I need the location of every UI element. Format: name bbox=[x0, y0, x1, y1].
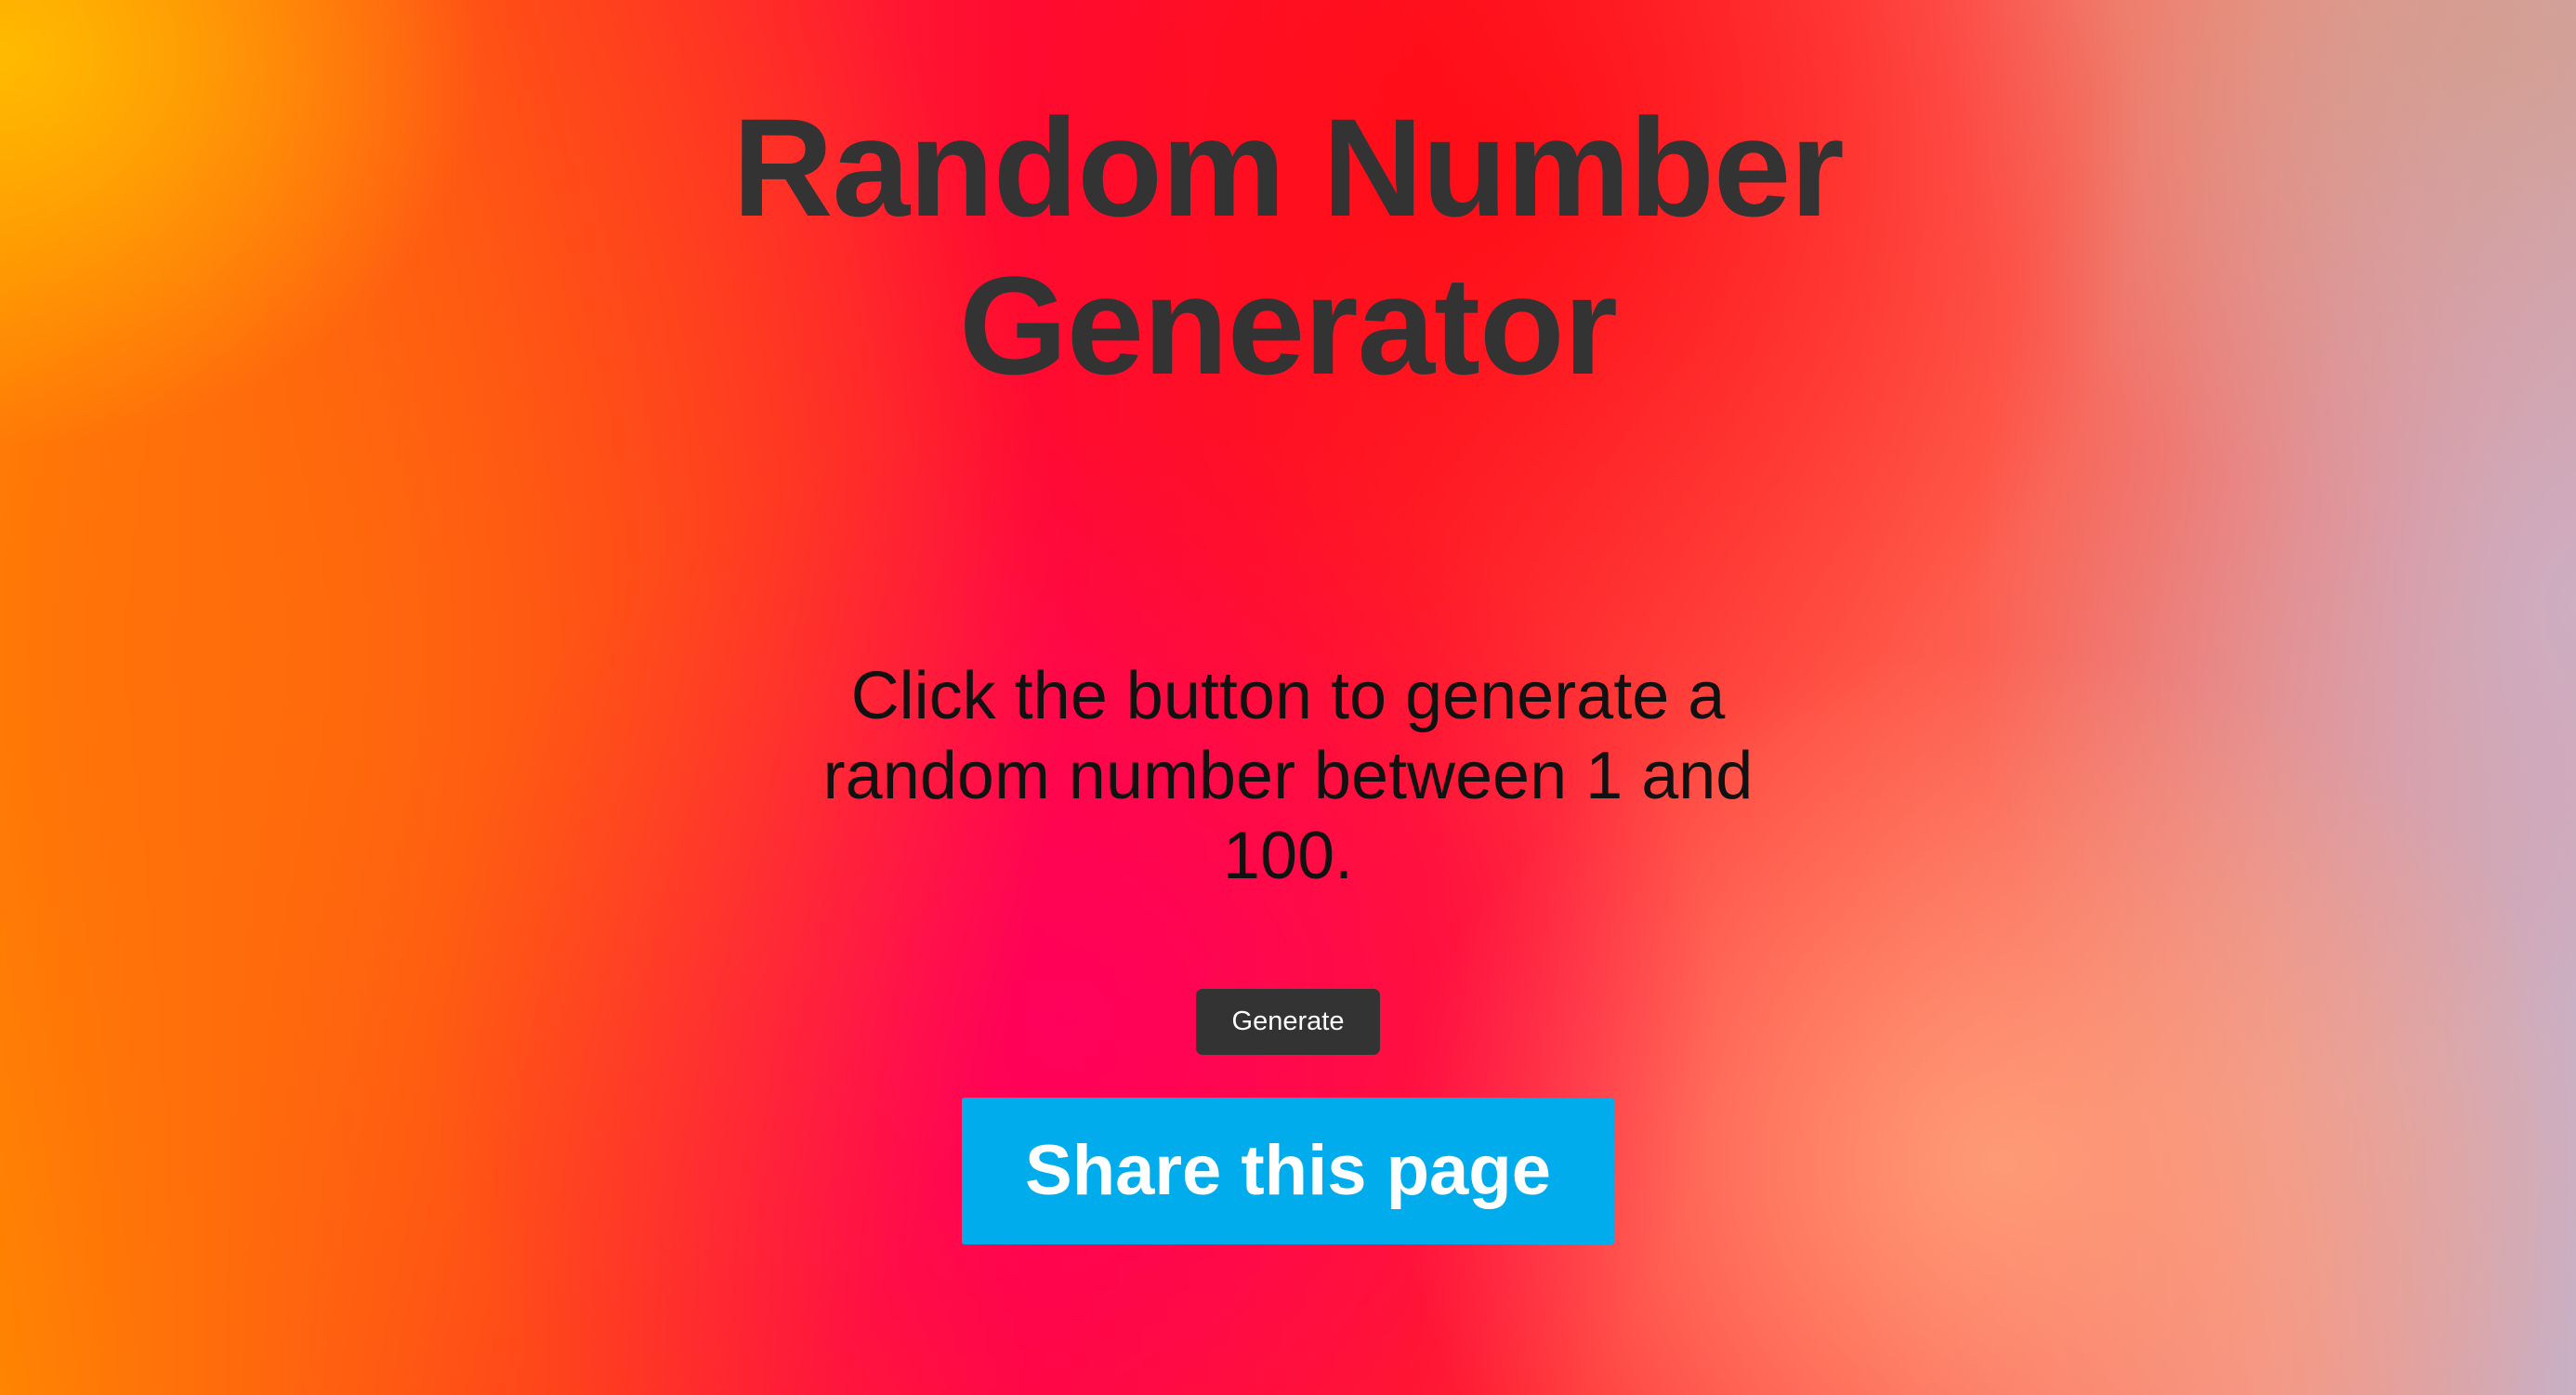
page-description: Click the button to generate a random nu… bbox=[822, 659, 1754, 893]
share-page-button[interactable]: Share this page bbox=[962, 1098, 1614, 1244]
page-title: Random Number Generator bbox=[732, 89, 1844, 403]
main-content: Random Number Generator Click the button… bbox=[0, 0, 2576, 1395]
generate-button[interactable]: Generate bbox=[1196, 989, 1380, 1055]
